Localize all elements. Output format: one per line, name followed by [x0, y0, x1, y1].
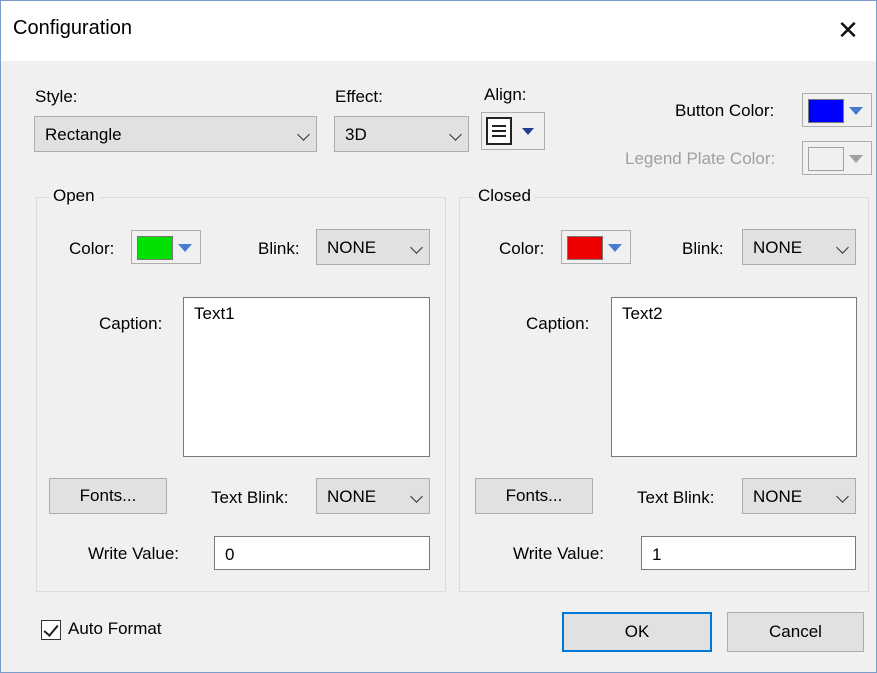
open-color-swatch: [137, 236, 173, 260]
dropdown-arrow-icon: [178, 244, 192, 252]
open-write-value-input[interactable]: 0: [214, 536, 430, 570]
effect-label: Effect:: [335, 87, 383, 106]
closed-caption-value: Text2: [622, 304, 663, 323]
align-button[interactable]: [481, 112, 545, 150]
style-select[interactable]: Rectangle: [34, 116, 317, 152]
open-blink-select[interactable]: NONE: [316, 229, 430, 265]
closed-blink-value: NONE: [753, 238, 803, 257]
effect-select[interactable]: 3D: [334, 116, 469, 152]
button-color-label: Button Color:: [675, 101, 775, 120]
button-color-swatch: [808, 99, 844, 123]
closed-write-value: 1: [652, 545, 662, 564]
align-label: Align:: [484, 85, 527, 104]
window-title: Configuration: [13, 17, 132, 39]
closed-blink-label: Blink:: [682, 239, 724, 258]
closed-blink-select[interactable]: NONE: [742, 229, 856, 265]
closed-text-blink-label: Text Blink:: [637, 488, 715, 507]
effect-select-value: 3D: [345, 125, 367, 144]
open-caption-textarea[interactable]: Text1: [183, 297, 430, 457]
chevron-down-icon: [836, 241, 849, 254]
dropdown-arrow-icon: [608, 244, 622, 252]
open-text-blink-label: Text Blink:: [211, 488, 289, 507]
closed-text-blink-select[interactable]: NONE: [742, 478, 856, 514]
closed-caption-label: Caption:: [526, 314, 590, 333]
auto-format-label[interactable]: Auto Format: [68, 619, 162, 639]
legend-plate-color-swatch: [808, 147, 844, 171]
chevron-down-icon: [297, 128, 310, 141]
closed-color-swatch: [567, 236, 603, 260]
closed-text-blink-value: NONE: [753, 487, 803, 506]
open-text-blink-value: NONE: [327, 487, 377, 506]
open-fonts-button[interactable]: Fonts...: [49, 478, 167, 514]
closed-write-value-label: Write Value:: [513, 544, 605, 563]
checkmark-icon: [43, 621, 59, 637]
close-icon[interactable]: ✕: [820, 1, 876, 61]
legend-plate-color-label: Legend Plate Color:: [625, 149, 776, 168]
align-text-icon: [486, 117, 512, 145]
chevron-down-icon: [836, 490, 849, 503]
style-select-value: Rectangle: [45, 125, 122, 144]
closed-group-title: Closed: [474, 186, 535, 206]
open-group-title: Open: [49, 186, 99, 206]
closed-color-label: Color:: [499, 239, 545, 258]
chevron-down-icon: [449, 128, 462, 141]
button-color-picker[interactable]: [802, 93, 872, 127]
configuration-dialog: Configuration ✕ Style: Rectangle Effect:…: [0, 0, 877, 673]
closed-fonts-button[interactable]: Fonts...: [475, 478, 593, 514]
open-text-blink-select[interactable]: NONE: [316, 478, 430, 514]
open-color-label: Color:: [69, 239, 115, 258]
dropdown-arrow-icon: [522, 128, 534, 135]
chevron-down-icon: [410, 241, 423, 254]
dropdown-arrow-icon: [849, 107, 863, 115]
style-label: Style:: [35, 87, 78, 106]
closed-write-value-input[interactable]: 1: [641, 536, 856, 570]
dropdown-arrow-icon: [849, 155, 863, 163]
legend-plate-color-picker: [802, 141, 872, 175]
open-write-value-label: Write Value:: [88, 544, 180, 563]
open-blink-value: NONE: [327, 238, 377, 257]
closed-color-picker[interactable]: [561, 230, 631, 264]
auto-format-checkbox[interactable]: [41, 620, 61, 640]
open-caption-label: Caption:: [99, 314, 163, 333]
chevron-down-icon: [410, 490, 423, 503]
closed-caption-textarea[interactable]: Text2: [611, 297, 857, 457]
title-bar: Configuration ✕: [1, 1, 876, 61]
ok-button[interactable]: OK: [562, 612, 712, 652]
cancel-button[interactable]: Cancel: [727, 612, 864, 652]
open-write-value: 0: [225, 545, 235, 564]
open-caption-value: Text1: [194, 304, 235, 323]
open-color-picker[interactable]: [131, 230, 201, 264]
open-blink-label: Blink:: [258, 239, 300, 258]
